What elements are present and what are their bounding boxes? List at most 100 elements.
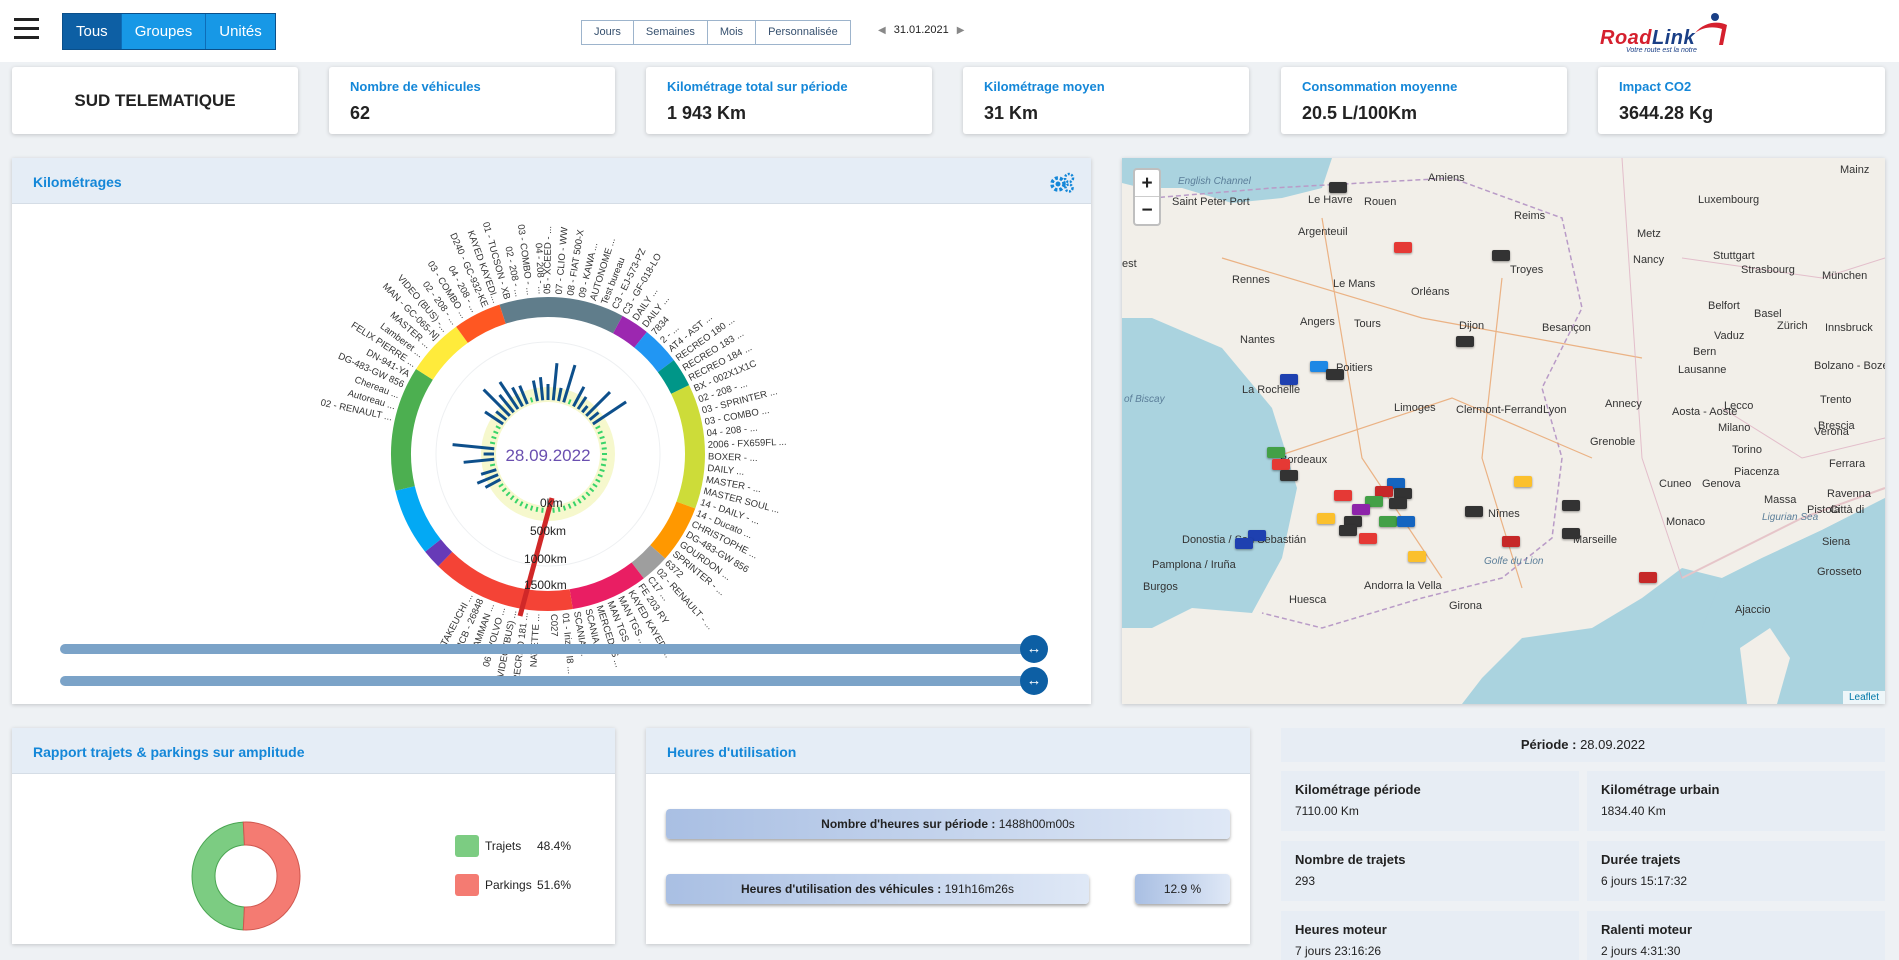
map-place-label: Andorra la Vella bbox=[1364, 580, 1442, 592]
map-attribution[interactable]: Leaflet bbox=[1842, 691, 1885, 704]
vehicle-marker-icon[interactable] bbox=[1326, 369, 1344, 380]
map-place-label: Genova bbox=[1702, 478, 1741, 490]
vehicle-marker-icon[interactable] bbox=[1562, 528, 1580, 539]
km-bar bbox=[529, 505, 534, 511]
map-place-label: Pistoia bbox=[1807, 504, 1841, 516]
zoom-out-button[interactable]: − bbox=[1135, 197, 1159, 224]
range-slider-bottom[interactable] bbox=[60, 676, 1030, 686]
map-place-label: Verona bbox=[1814, 426, 1849, 438]
map-place-label: Cuneo bbox=[1659, 478, 1692, 490]
stat-engine-idle: Ralenti moteur 2 jours 4:31:30 bbox=[1587, 911, 1885, 960]
vehicle-marker-icon[interactable] bbox=[1352, 504, 1370, 515]
vehicle-marker-icon[interactable] bbox=[1280, 374, 1298, 385]
map-place-label: Grenoble bbox=[1590, 436, 1636, 448]
vehicle-marker-icon[interactable] bbox=[1272, 459, 1290, 470]
legend-item-parkings: Parkings 51.6% bbox=[455, 874, 571, 896]
vehicle-marker-icon[interactable] bbox=[1359, 533, 1377, 544]
vehicle-marker-icon[interactable] bbox=[1334, 490, 1352, 501]
map-place-label: Le Mans bbox=[1333, 278, 1376, 290]
vehicle-map[interactable]: + − English Channel Amiens Mainz Saint Pete… bbox=[1122, 158, 1885, 704]
legend-item-trajets: Trajets 48.4% bbox=[455, 835, 571, 857]
donut-slice-parkings bbox=[242, 821, 301, 931]
vehicle-marker-icon[interactable] bbox=[1397, 516, 1415, 527]
group-ring-segment bbox=[631, 544, 666, 579]
usage-panel-title: Heures d'utilisation bbox=[667, 744, 797, 760]
trips-panel-title: Rapport trajets & parkings sur amplitude bbox=[33, 744, 305, 760]
km-bar bbox=[600, 463, 607, 467]
map-place-label: Grosseto bbox=[1817, 566, 1862, 578]
vehicle-marker-icon[interactable] bbox=[1329, 182, 1347, 193]
trips-panel-header: Rapport trajets & parkings sur amplitude bbox=[12, 728, 615, 774]
legend-value: 48.4% bbox=[537, 839, 572, 853]
chevron-left-icon[interactable]: ◀ bbox=[878, 25, 886, 36]
map-place-label: Limoges bbox=[1394, 402, 1436, 414]
tab-personnalisee[interactable]: Personnalisée bbox=[756, 21, 850, 44]
km-bar bbox=[599, 435, 605, 440]
tab-unites[interactable]: Unités bbox=[206, 14, 275, 49]
vehicle-marker-icon[interactable] bbox=[1562, 500, 1580, 511]
range-slider-top[interactable] bbox=[60, 644, 1030, 654]
map-place-label: Luxembourg bbox=[1698, 194, 1760, 206]
tab-jours[interactable]: Jours bbox=[582, 21, 634, 44]
legend-swatch bbox=[455, 874, 479, 896]
km-panel: Kilométrages 02 - RENAULT ... Autoreau ..… bbox=[12, 158, 1091, 704]
hamburger-icon[interactable] bbox=[14, 18, 39, 42]
map-place-label: of Biscay bbox=[1124, 394, 1165, 405]
kpi-total-km: Kilométrage total sur période 1 943 Km bbox=[646, 67, 932, 134]
total-hours-bar: Nombre d'heures sur période : 1488h00m00… bbox=[666, 809, 1230, 839]
vehicle-marker-icon[interactable] bbox=[1280, 470, 1298, 481]
scale-label: 1000km bbox=[524, 552, 567, 566]
map-place-label: Mainz bbox=[1840, 164, 1870, 176]
zoom-in-button[interactable]: + bbox=[1135, 170, 1159, 197]
vehicle-marker-icon[interactable] bbox=[1235, 538, 1253, 549]
vehicle-marker-icon[interactable] bbox=[1267, 447, 1285, 458]
scale-label: 1500km bbox=[524, 578, 567, 592]
group-ring-segment bbox=[391, 368, 433, 491]
map-place-label: Orléans bbox=[1411, 286, 1450, 298]
vehicle-marker-icon[interactable] bbox=[1317, 513, 1335, 524]
map-place-label: Bern bbox=[1693, 346, 1717, 358]
donut-slice-trajets bbox=[191, 821, 245, 931]
map-place-label: Vaduz bbox=[1714, 330, 1745, 342]
vehicle-marker-icon[interactable] bbox=[1379, 516, 1397, 527]
slider-handle-icon[interactable]: ↔ bbox=[1020, 635, 1048, 663]
kpi-vehicles: Nombre de véhicules 62 bbox=[329, 67, 615, 134]
tab-tous[interactable]: Tous bbox=[63, 14, 122, 49]
vehicle-marker-icon[interactable] bbox=[1456, 336, 1474, 347]
roadlink-logo: RoadLink Votre route est la notre bbox=[1597, 13, 1737, 57]
center-date: 28.09.2022 bbox=[505, 446, 590, 465]
kpi-label: Kilométrage moyen bbox=[984, 79, 1105, 94]
km-radial-chart: 02 - RENAULT ...Autoreau ...Chereau ...D… bbox=[319, 221, 786, 682]
vehicle-label: NAVETTE ... bbox=[529, 613, 543, 667]
vehicle-marker-icon[interactable] bbox=[1465, 506, 1483, 517]
stat-label: Kilométrage période bbox=[1295, 782, 1421, 797]
stat-label: Ralenti moteur bbox=[1601, 922, 1693, 937]
vehicle-marker-icon[interactable] bbox=[1502, 536, 1520, 547]
vehicle-marker-icon[interactable] bbox=[1389, 498, 1407, 509]
map-place-label: Innsbruck bbox=[1825, 322, 1873, 334]
tab-groupes[interactable]: Groupes bbox=[121, 14, 207, 49]
map-place-label: Ferrara bbox=[1829, 458, 1866, 470]
tab-semaines[interactable]: Semaines bbox=[634, 21, 708, 44]
stat-km-urban: Kilométrage urbain 1834.40 Km bbox=[1587, 771, 1885, 831]
map-place-label: Nancy bbox=[1633, 254, 1665, 266]
vehicle-marker-icon[interactable] bbox=[1408, 551, 1426, 562]
slider-handle-icon[interactable]: ↔ bbox=[1020, 667, 1048, 695]
vehicle-marker-icon[interactable] bbox=[1339, 525, 1357, 536]
stat-value: 1834.40 Km bbox=[1601, 804, 1666, 818]
vehicle-marker-icon[interactable] bbox=[1514, 476, 1532, 487]
vehicle-marker-icon[interactable] bbox=[1639, 572, 1657, 583]
tab-mois[interactable]: Mois bbox=[708, 21, 757, 44]
vehicle-label: 05 - XCEED - ... bbox=[542, 226, 554, 294]
gears-icon[interactable] bbox=[1048, 172, 1076, 194]
vehicle-marker-icon[interactable] bbox=[1394, 242, 1412, 253]
kpi-value: 20.5 L/100Km bbox=[1302, 103, 1418, 123]
vehicle-label: C027 bbox=[548, 614, 559, 637]
km-panel-title: Kilométrages bbox=[33, 174, 122, 190]
chevron-right-icon[interactable]: ▶ bbox=[957, 25, 965, 36]
date-navigator: ◀ 31.01.2021 ▶ bbox=[878, 24, 964, 36]
vehicle-marker-icon[interactable] bbox=[1492, 250, 1510, 261]
current-date[interactable]: 31.01.2021 bbox=[894, 24, 949, 36]
group-ring-segment bbox=[612, 315, 647, 348]
map-place-label: Monaco bbox=[1666, 516, 1706, 528]
